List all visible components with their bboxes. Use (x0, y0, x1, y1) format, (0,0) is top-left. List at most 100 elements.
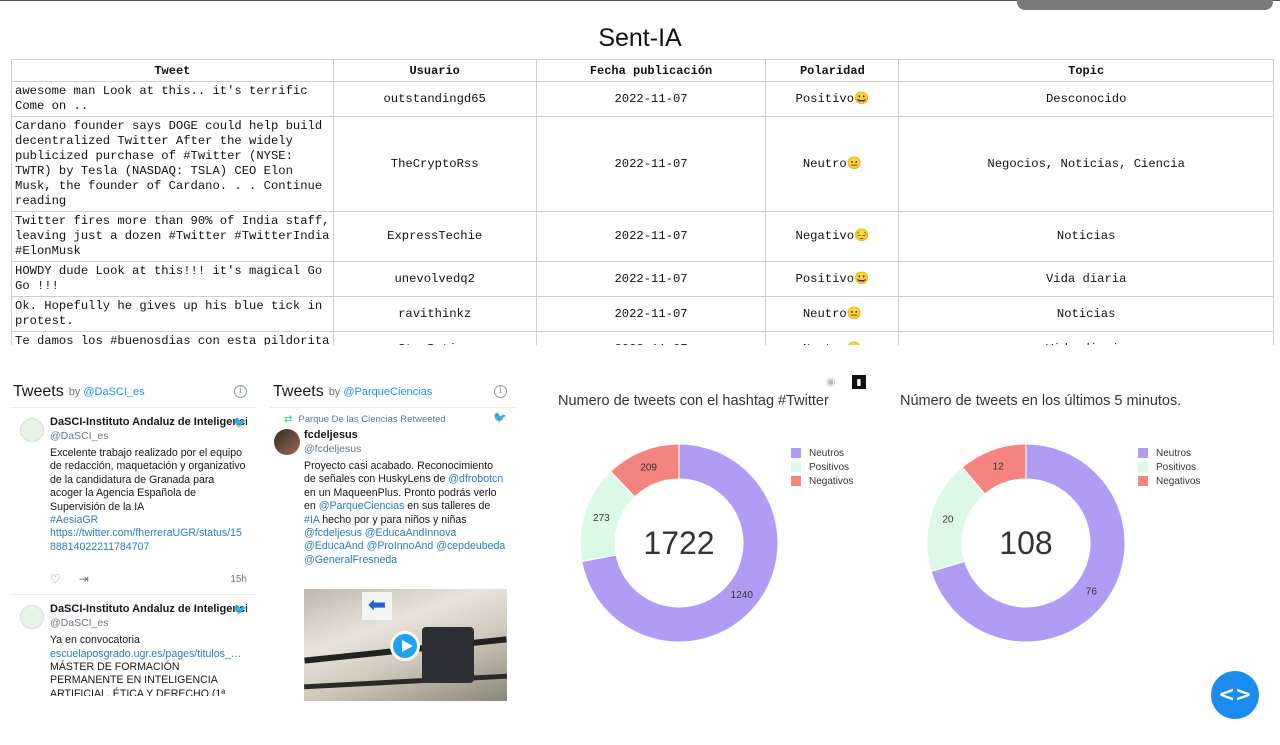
hashtag-link[interactable]: #IA (304, 514, 319, 526)
cell-polarity: Neutro😐 (765, 116, 900, 212)
table-row: awesome man Look at this.. it's terrific… (11, 81, 1274, 117)
cell-tweet: awesome man Look at this.. it's terrific… (11, 81, 334, 117)
header-usuario[interactable]: Usuario (332, 59, 537, 82)
table-row: Ok. Hopefully he gives up his blue tick … (11, 296, 1274, 332)
timeline-handle-link[interactable]: @ParqueCiencias (343, 386, 432, 398)
cell-date: 2022-11-07 (535, 81, 767, 117)
cell-date: 2022-11-07 (535, 211, 767, 262)
tweet-video-thumbnail[interactable]: ⬅ (304, 589, 507, 702)
slice-value-label: 12 (993, 461, 1005, 472)
tweets-table-container[interactable]: Tweet Usuario Fecha publicación Polarida… (11, 59, 1274, 345)
camera-icon[interactable]: ◉ (826, 376, 840, 388)
tweet-author-handle[interactable]: @DaSCI_es (50, 617, 247, 629)
chart-title: Numero de tweets con el hashtag #Twitter (558, 393, 829, 409)
slice-value-label: 273 (593, 513, 610, 524)
legend-item-negativos[interactable]: Negativos (791, 474, 853, 488)
tweet-author-name[interactable]: DaSCI-Instituto Andaluz de Inteligencia (50, 416, 247, 428)
info-icon[interactable]: i (234, 385, 247, 398)
cell-topic: Noticias (898, 296, 1274, 332)
chart-title: Número de tweets en los últimos 5 minuto… (900, 393, 1182, 409)
table-row: Cardano founder says DOGE could help bui… (11, 116, 1274, 212)
plotly-logo-icon[interactable]: ▮ (852, 375, 866, 389)
table-row: Twitter fires more than 90% of India sta… (11, 211, 1274, 262)
timeline-by: by @ParqueCiencias (328, 385, 433, 398)
slice-value-label: 76 (1086, 587, 1098, 598)
header-topic[interactable]: Topic (898, 59, 1274, 82)
twitter-bird-icon[interactable]: 🐦 (233, 603, 247, 616)
like-icon[interactable]: ♡ (50, 572, 61, 586)
tweet-author-handle[interactable]: @DaSCI_es (50, 430, 247, 442)
chart-legend: Neutros Positivos Negativos (1138, 446, 1200, 488)
legend-item-positivos[interactable]: Positivos (791, 460, 853, 474)
timeline-title: Tweets (13, 382, 64, 400)
legend-item-positivos[interactable]: Positivos (1138, 460, 1200, 474)
table-row: Te damos los #buenosdias con esta pildor… (11, 331, 1274, 345)
retweet-icon: ⇄ (284, 414, 293, 425)
tweet-card[interactable]: 🐦 fcdeljesus @fcdeljesus Proyecto casi a… (270, 412, 515, 706)
avatar[interactable] (20, 605, 44, 630)
cell-user: outstandingd65 (332, 81, 537, 117)
header-tweet[interactable]: Tweet (11, 59, 334, 82)
table-header-row: Tweet Usuario Fecha publicación Polarida… (11, 59, 1274, 82)
mention-link[interactable]: @fcdeljesus @EducaAndInnova @EducaAnd @P… (304, 527, 505, 566)
tweet-card[interactable]: 🐦 DaSCI-Instituto Andaluz de Inteligenci… (10, 408, 255, 594)
tweet-url-link[interactable]: https://twitter.com/fherreraUGR/status/1… (50, 527, 242, 552)
cell-tweet: Twitter fires more than 90% of India sta… (11, 211, 334, 262)
legend-item-neutros[interactable]: Neutros (791, 446, 853, 460)
donut-center-total: 108 (999, 525, 1052, 561)
hashtag-link[interactable]: #AesiaGR (50, 514, 98, 526)
avatar[interactable] (20, 418, 44, 442)
cell-date: 2022-11-07 (535, 331, 767, 345)
twitter-timeline-dasci[interactable]: Tweets by @DaSCI_es i 🐦 DaSCI-Instituto … (10, 376, 255, 696)
donut-chart[interactable]: 1240 273 209 1722 (569, 433, 789, 653)
tweet-card[interactable]: 🐦 DaSCI-Instituto Andaluz de Inteligenci… (10, 594, 255, 696)
cell-date: 2022-11-07 (535, 116, 767, 212)
twitter-timeline-parqueciencias[interactable]: Tweets by @ParqueCiencias i ⇄ Parque De … (270, 376, 515, 706)
tweet-time[interactable]: 15h (230, 574, 247, 585)
code-toggle-button[interactable]: <> (1211, 671, 1259, 719)
cell-user: ravithinkz (332, 296, 537, 332)
cell-topic: Noticias (898, 211, 1274, 262)
header-fecha[interactable]: Fecha publicación (535, 59, 767, 82)
slice-value-label: 20 (942, 515, 954, 526)
cell-polarity: Negativo😔 (765, 211, 900, 262)
twitter-bird-icon[interactable]: 🐦 (233, 416, 247, 429)
timeline-header: Tweets by @DaSCI_es i (10, 376, 255, 408)
cell-tweet: Te damos los #buenosdias con esta pildor… (11, 331, 334, 345)
chart-legend: Neutros Positivos Negativos (791, 446, 853, 488)
tweet-author-name[interactable]: fcdeljesus (304, 429, 507, 441)
chart-modebar: ◉ ▮ (826, 375, 866, 389)
cell-polarity: Neutro😐 (765, 296, 900, 332)
cell-user: ExpressTechie (332, 211, 537, 262)
timeline-handle-link[interactable]: @DaSCI_es (83, 386, 144, 398)
tweet-author-name[interactable]: DaSCI-Instituto Andaluz de Inteligencia (50, 603, 247, 615)
twitter-bird-icon[interactable]: 🐦 (493, 411, 507, 424)
avatar[interactable] (274, 429, 300, 455)
tweet-url-link[interactable]: escuelaposgrado.ugr.es/pages/titulos_… (50, 648, 241, 660)
donut-chart[interactable]: 76 20 12 108 (916, 433, 1136, 653)
slice-value-label: 209 (640, 462, 657, 473)
cell-polarity: Positivo😀 (765, 261, 900, 297)
cell-date: 2022-11-07 (535, 296, 767, 332)
cell-tweet: Ok. Hopefully he gives up his blue tick … (11, 296, 334, 332)
legend-item-negativos[interactable]: Negativos (1138, 474, 1200, 488)
cell-polarity: Positivo😀 (765, 81, 900, 117)
cell-topic: Vida diaria (898, 261, 1274, 297)
play-button[interactable] (390, 631, 420, 662)
share-icon[interactable]: ⇥ (79, 572, 89, 586)
tweet-text: Ya en convocatoria escuelaposgrado.ugr.e… (50, 634, 242, 696)
page-title: Sent-IA (598, 24, 682, 52)
mention-link[interactable]: @ParqueCiencias (319, 500, 405, 512)
tweet-author-handle[interactable]: @fcdeljesus (304, 443, 507, 455)
robot-image (422, 627, 474, 684)
info-icon[interactable]: i (494, 385, 507, 398)
header-polaridad[interactable]: Polaridad (765, 59, 900, 82)
mention-link[interactable]: @dfrobotcn (448, 473, 503, 485)
slice-value-label: 1240 (731, 590, 754, 601)
legend-item-neutros[interactable]: Neutros (1138, 446, 1200, 460)
tweet-actions: ♡ ⇥ 15h (50, 572, 247, 586)
cell-topic: Negocios, Noticias, Ciencia (898, 116, 1274, 212)
timeline-title: Tweets (273, 382, 324, 400)
table-row: HOWDY dude Look at this!!! it's magical … (11, 261, 1274, 297)
top-toolbar[interactable] (1017, 0, 1273, 10)
